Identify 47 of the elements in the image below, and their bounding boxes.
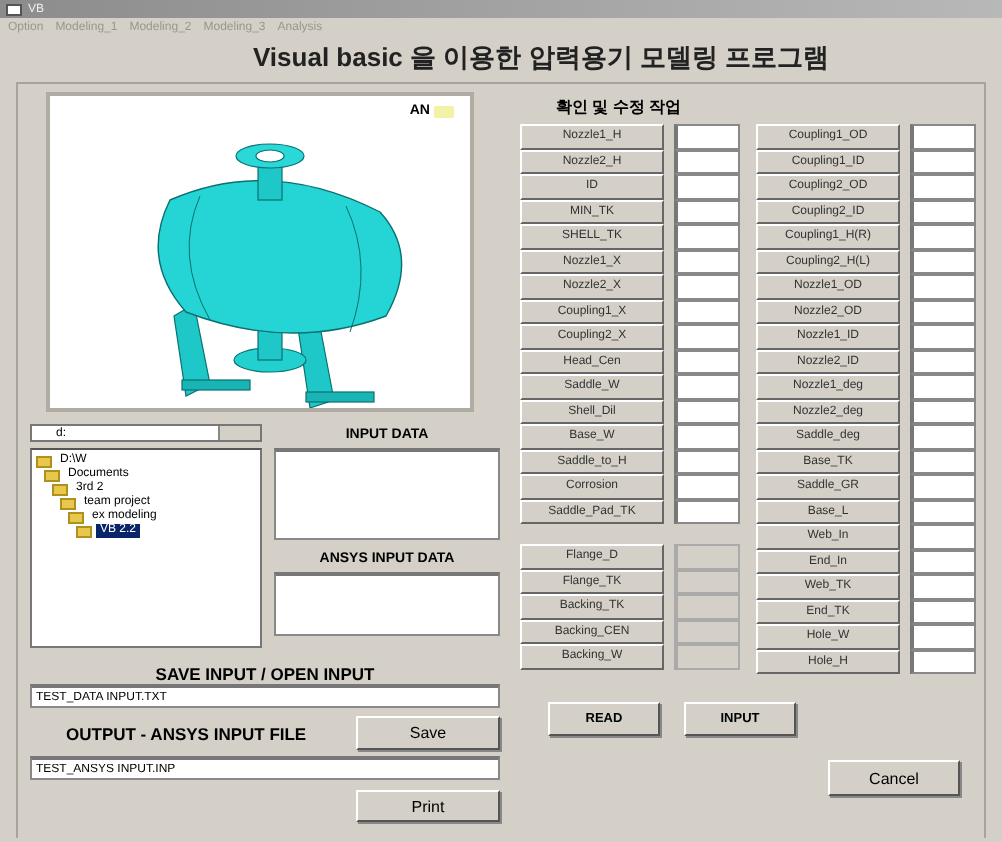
input-field[interactable] [910, 449, 976, 474]
input-field[interactable] [910, 224, 976, 249]
logo-swatch [434, 106, 454, 118]
input-field[interactable] [910, 249, 976, 274]
input-field[interactable] [910, 474, 976, 499]
input-field[interactable] [674, 249, 740, 274]
input-field[interactable] [910, 299, 976, 324]
input-field[interactable] [674, 474, 740, 499]
output-label: OUTPUT - ANSYS INPUT FILE [66, 723, 307, 743]
input-field[interactable] [910, 549, 976, 574]
input-field[interactable] [910, 624, 976, 649]
input-field[interactable] [910, 424, 976, 449]
input-field[interactable] [910, 374, 976, 399]
section-title: 확인 및 수정 작업 [556, 96, 684, 120]
save-open-label: SAVE INPUT / OPEN INPUT [153, 664, 377, 684]
input-field[interactable] [674, 299, 740, 324]
input-field[interactable] [674, 224, 740, 249]
input-field[interactable] [910, 649, 976, 674]
input-field[interactable] [674, 424, 740, 449]
input-field[interactable] [674, 324, 740, 349]
cancel-button[interactable]: Cancel [828, 760, 960, 796]
window-icon [6, 3, 22, 15]
input-field[interactable] [910, 599, 976, 624]
input-field[interactable] [910, 324, 976, 349]
input-field[interactable] [674, 399, 740, 424]
input-field[interactable] [674, 274, 740, 299]
input-field[interactable] [910, 524, 976, 549]
input-field[interactable] [910, 499, 976, 524]
print-button[interactable]: Print [356, 790, 500, 822]
input-field[interactable] [674, 124, 740, 149]
input-field[interactable] [674, 449, 740, 474]
input-field[interactable] [910, 149, 976, 174]
input-field[interactable] [910, 399, 976, 424]
input-field[interactable] [910, 199, 976, 224]
input-field[interactable] [910, 274, 976, 299]
input-field[interactable] [674, 349, 740, 374]
input-field[interactable] [910, 174, 976, 199]
input-field[interactable] [910, 124, 976, 149]
input-field[interactable] [910, 349, 976, 374]
save-button[interactable]: Save [356, 716, 500, 750]
input-field[interactable] [910, 574, 976, 599]
input-field[interactable] [674, 199, 740, 224]
input-field[interactable] [674, 374, 740, 399]
input-field[interactable] [674, 174, 740, 199]
program-heading: Visual basic 을 이용한 압력용기 모델링 프로그램 [251, 40, 831, 76]
input-field[interactable] [674, 149, 740, 174]
input-field[interactable] [674, 499, 740, 524]
